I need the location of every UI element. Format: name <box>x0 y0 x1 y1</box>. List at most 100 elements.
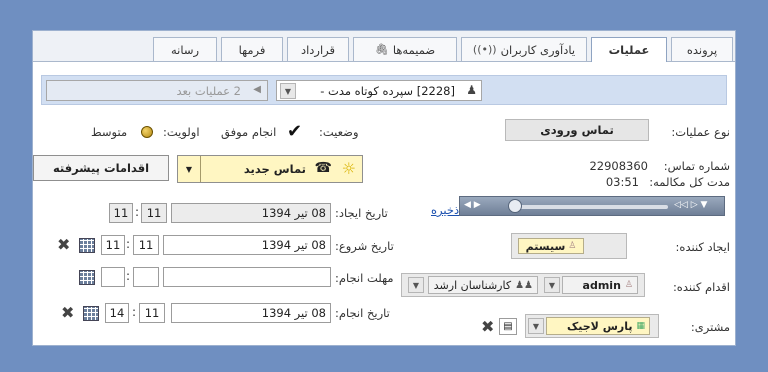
operation-nav-bar: ♟ [2228] سپرده کوتاه مدت - ▼ ◀ 2 عملیات … <box>41 75 727 105</box>
next-operations-label: 2 عملیات بعد <box>176 84 241 98</box>
done-hour-field[interactable]: 14 <box>105 303 129 323</box>
person-icon: ♟ <box>466 83 477 97</box>
grid-icon: ▦ <box>636 321 645 331</box>
done-hour-value: 14 <box>109 306 125 320</box>
creator-select[interactable]: ♙ سیستم ▼ <box>511 233 627 259</box>
tab-media-label: رسانه <box>170 42 200 57</box>
start-date-field[interactable]: 08 تیر 1394 <box>163 235 331 255</box>
created-minute-value: 11 <box>146 206 162 220</box>
created-date-field: 08 تیر 1394 <box>171 203 331 223</box>
clear-start-date-icon[interactable]: ✖ <box>57 237 70 253</box>
new-call-button[interactable]: ☼ ☎ تماس جدید ▼ <box>177 155 363 183</box>
actor-group-value: کارشناسان ارشد <box>433 278 512 292</box>
actor-user-dropdown-icon[interactable]: ▼ <box>544 277 560 293</box>
created-date-label: تاریخ ایجاد: <box>335 206 388 220</box>
tab-forms-label: فرمها <box>238 42 266 57</box>
tab-bar: پرونده عملیات یادآوری کاربران ((•)) ضمیم… <box>33 31 735 62</box>
tab-operations[interactable]: عملیات <box>591 37 667 62</box>
duration-label: مدت کل مکالمه: <box>649 175 730 189</box>
start-hour-field[interactable]: 11 <box>101 235 125 255</box>
audio-player: ◀ ▶ ◁◁ ▷ ▼ <box>459 196 725 216</box>
call-number-value: 22908360 <box>589 159 648 173</box>
creator-chip: ♙ سیستم <box>518 238 584 254</box>
deadline-time-colon: : <box>126 269 131 283</box>
tab-case[interactable]: پرونده <box>671 37 733 61</box>
start-minute-value: 11 <box>138 238 154 252</box>
op-type-label: نوع عملیات: <box>671 125 730 139</box>
current-operation-label: [2228] سپرده کوتاه مدت - <box>320 84 455 98</box>
playback-controls-icon[interactable]: ◁◁ ▷ ▼ <box>674 200 707 210</box>
paperclip-icon: 🖇 <box>374 43 389 56</box>
done-minute-value: 11 <box>144 306 160 320</box>
start-calendar-icon[interactable] <box>79 238 95 253</box>
tab-operations-label: عملیات <box>608 43 650 57</box>
created-date-value: 08 تیر 1394 <box>261 206 326 220</box>
priority-dot-icon <box>141 126 153 138</box>
actor-value: admin <box>582 278 621 292</box>
actor-select[interactable]: ♙ admin ▼ ♟♟ کارشناسان ارشد ▼ <box>401 273 645 297</box>
start-minute-field[interactable]: 11 <box>133 235 159 255</box>
done-calendar-icon[interactable] <box>83 306 99 321</box>
card-icon: ▤ <box>503 321 513 332</box>
done-date-value: 08 تیر 1394 <box>261 306 326 320</box>
tab-user-reminders[interactable]: یادآوری کاربران ((•)) <box>461 37 587 61</box>
audio-seek-track[interactable] <box>516 205 668 209</box>
customer-dropdown-icon[interactable]: ▼ <box>528 318 544 334</box>
tab-user-reminders-label: یادآوری کاربران <box>500 42 576 57</box>
new-call-dropdown-icon[interactable]: ▼ <box>178 156 201 182</box>
created-hour-value: 11 <box>113 206 129 220</box>
customer-select[interactable]: ▦ پارس لاجیک ▼ <box>525 314 659 338</box>
op-type-text: تماس ورودی <box>540 123 614 137</box>
tab-forms[interactable]: فرمها <box>221 37 283 61</box>
done-minute-field[interactable]: 11 <box>139 303 165 323</box>
current-operation-select[interactable]: ♟ [2228] سپرده کوتاه مدت - ▼ <box>276 80 482 101</box>
created-minute-field: 11 <box>141 203 167 223</box>
advanced-actions-button[interactable]: اقدامات پیشرفته <box>33 155 169 181</box>
start-date-label: تاریخ شروع: <box>335 239 394 253</box>
advanced-actions-label: اقدامات پیشرفته <box>52 161 150 175</box>
user-icon: ♙ <box>568 241 577 251</box>
next-operations-button[interactable]: ◀ 2 عملیات بعد <box>46 80 268 101</box>
clear-done-date-icon[interactable]: ✖ <box>61 305 74 321</box>
deadline-date-field[interactable] <box>163 267 331 287</box>
done-date-field[interactable]: 08 تیر 1394 <box>171 303 331 323</box>
tab-contract-label: قرارداد <box>300 42 336 57</box>
actor-label: اقدام کننده: <box>672 280 730 294</box>
arrow-left-icon: ◀ <box>253 84 261 95</box>
created-hour-field: 11 <box>109 203 133 223</box>
customer-value: پارس لاجیک <box>567 319 633 333</box>
call-number-label: شماره تماس: <box>663 159 730 173</box>
actor-group-dropdown-icon[interactable]: ▼ <box>408 277 424 293</box>
audio-seek-handle[interactable] <box>508 199 522 213</box>
user-icon: ♙ <box>624 280 633 290</box>
customer-chip: ▦ پارس لاجیک <box>546 317 650 335</box>
tab-media[interactable]: رسانه <box>153 37 217 61</box>
new-call-label: تماس جدید <box>243 162 306 176</box>
status-label: وضعیت: <box>319 125 359 139</box>
duration-value: 03:51 <box>605 175 639 189</box>
priority-label: اولویت: <box>163 125 200 139</box>
tab-attachments[interactable]: ضمیمه‌ها 🖇 <box>353 37 457 61</box>
actor-group-chip[interactable]: ♟♟ کارشناسان ارشد <box>428 276 538 294</box>
done-time-colon: : <box>132 305 137 319</box>
creator-label: ایجاد کننده: <box>675 240 730 254</box>
deadline-hour-field[interactable] <box>101 267 125 287</box>
tab-contract[interactable]: قرارداد <box>287 37 349 61</box>
volume-icon[interactable]: ◀ ▶ <box>464 200 481 210</box>
deadline-label: مهلت انجام: <box>335 271 394 285</box>
deadline-minute-field[interactable] <box>133 267 159 287</box>
chevron-down-icon[interactable]: ▼ <box>280 83 296 99</box>
start-hour-value: 11 <box>105 238 121 252</box>
deadline-calendar-icon[interactable] <box>79 270 95 285</box>
save-link[interactable]: ذخیره <box>431 203 459 217</box>
phone-icon: ☎ <box>314 160 332 176</box>
group-icon: ♟♟ <box>515 279 533 291</box>
created-time-colon: : <box>135 205 140 219</box>
checkmark-icon: ✔ <box>287 121 303 142</box>
customer-card-button[interactable]: ▤ <box>499 318 517 335</box>
clear-customer-icon[interactable]: ✖ <box>481 319 494 335</box>
actor-user-chip[interactable]: ♙ admin <box>562 276 638 294</box>
op-type-value: تماس ورودی <box>505 119 649 141</box>
done-date-label: تاریخ انجام: <box>335 306 390 320</box>
priority-value: متوسط <box>91 125 128 139</box>
